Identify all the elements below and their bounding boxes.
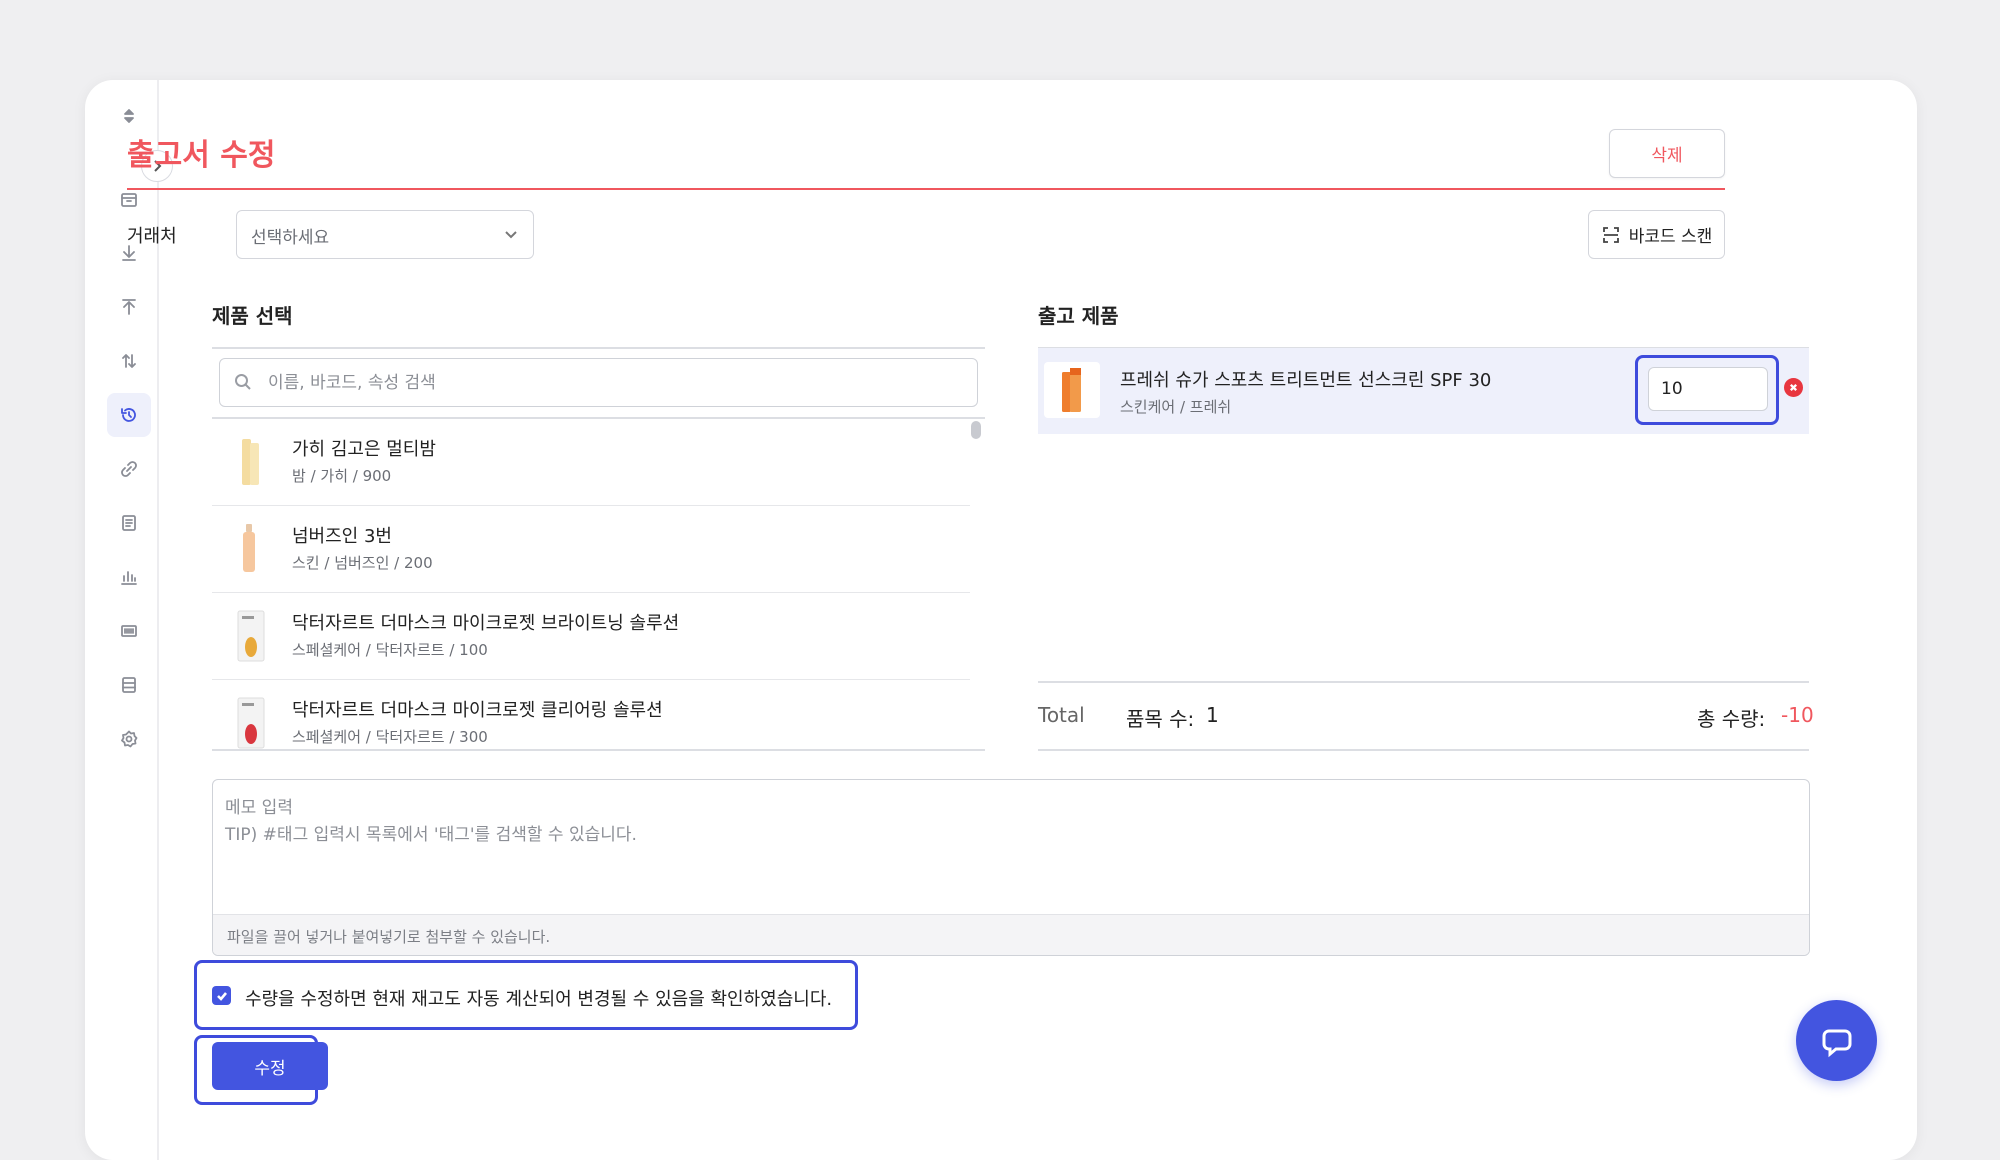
product-thumbnail (222, 694, 278, 749)
help-chat-button[interactable] (1796, 1000, 1877, 1081)
item-count-value: 1 (1206, 703, 1219, 727)
product-thumbnail (222, 433, 278, 491)
chat-bubble-icon (1822, 1029, 1851, 1057)
product-thumbnail (222, 607, 278, 665)
remove-item-icon[interactable] (1784, 378, 1803, 397)
total-quantity-label: 총 수량: (1697, 707, 1766, 731)
product-meta: 밤 / 가히 / 900 (292, 467, 392, 485)
delete-button[interactable]: 삭제 (1609, 129, 1725, 178)
page-title: 출고서 수정 (127, 138, 276, 173)
outgoing-product-meta: 스킨케어 / 프레쉬 (1120, 398, 1232, 416)
history-icon[interactable] (107, 393, 151, 437)
memo-placeholder: 메모 입력 (225, 798, 293, 818)
bar-chart-icon[interactable] (107, 555, 151, 599)
confirm-checkbox[interactable] (212, 986, 231, 1005)
partner-select-value: 선택하세요 (251, 228, 330, 248)
product-name: 가히 김고은 멀티밤 (292, 439, 436, 460)
product-search-box[interactable] (219, 358, 978, 407)
product-list-item[interactable]: 닥터자르트 더마스크 마이크로젯 클리어링 솔루션 스페셜케어 / 닥터자르트 … (212, 680, 970, 749)
document-icon[interactable] (107, 501, 151, 545)
box-icon[interactable] (107, 177, 151, 221)
outgoing-title: 출고 제품 (1038, 304, 1119, 328)
product-name: 넘버즈인 3번 (292, 526, 392, 547)
transfer-icon[interactable] (107, 339, 151, 383)
outgoing-total-top-divider (1038, 681, 1809, 683)
product-list-scrollbar[interactable] (971, 421, 981, 439)
product-meta: 스킨 / 넘버즈인 / 200 (292, 554, 433, 572)
product-thumbnail (222, 520, 278, 578)
product-meta: 스페셜케어 / 닥터자르트 / 100 (292, 641, 488, 659)
link-icon[interactable] (107, 447, 151, 491)
search-icon (235, 374, 251, 390)
quantity-input[interactable] (1648, 367, 1768, 411)
product-meta: 스페셜케어 / 닥터자르트 / 300 (292, 728, 488, 746)
product-list-item[interactable]: 닥터자르트 더마스크 마이크로젯 브라이트닝 솔루션 스페셜케어 / 닥터자르트… (212, 593, 970, 680)
upload-icon[interactable] (107, 285, 151, 329)
product-thumbnail (1044, 362, 1100, 418)
title-divider (127, 188, 1725, 190)
memo-textarea[interactable]: 메모 입력 TIP) #태그 입력시 목록에서 '태그'를 검색할 수 있습니다… (212, 779, 1810, 956)
settings-icon[interactable] (107, 717, 151, 761)
confirm-text: 수량을 수정하면 현재 재고도 자동 계산되어 변경될 수 있음을 확인하였습니… (245, 989, 833, 1010)
outgoing-product-name: 프레쉬 슈가 스포츠 트리트먼트 선스크린 SPF 30 (1120, 370, 1492, 391)
submit-button[interactable]: 수정 (212, 1042, 328, 1090)
product-search-input[interactable] (266, 359, 960, 406)
check-icon (216, 991, 227, 1001)
barcode-icon[interactable] (107, 609, 151, 653)
product-name: 닥터자르트 더마스크 마이크로젯 클리어링 솔루션 (292, 700, 663, 721)
product-select-top-divider (212, 347, 985, 349)
product-list: 가히 김고은 멀티밤 밤 / 가히 / 900 넘버즈인 3번 스킨 / 넘버즈… (212, 419, 970, 749)
memo-attach-area[interactable]: 파일을 끌어 넣거나 붙여넣기로 첨부할 수 있습니다. (213, 914, 1809, 955)
scan-icon (1602, 226, 1619, 243)
partner-label: 거래처 (127, 226, 177, 247)
product-name: 닥터자르트 더마스크 마이크로젯 브라이트닝 솔루션 (292, 613, 680, 634)
product-select-bottom-divider (212, 749, 985, 751)
database-icon[interactable] (107, 663, 151, 707)
partner-select[interactable]: 선택하세요 (236, 210, 534, 259)
product-list-item[interactable]: 넘버즈인 3번 스킨 / 넘버즈인 / 200 (212, 506, 970, 593)
product-select-title: 제품 선택 (212, 304, 293, 328)
outgoing-bottom-divider (1038, 749, 1809, 751)
item-count-label: 품목 수: (1126, 707, 1195, 731)
total-label: Total (1038, 703, 1085, 727)
product-list-item[interactable]: 가히 김고은 멀티밤 밤 / 가히 / 900 (212, 419, 970, 506)
total-quantity-value: -10 (1781, 703, 1814, 727)
barcode-scan-label: 바코드 스캔 (1628, 227, 1713, 247)
chevron-down-icon (505, 231, 517, 239)
memo-tip: TIP) #태그 입력시 목록에서 '태그'를 검색할 수 있습니다. (225, 825, 637, 845)
memo-attach-hint: 파일을 끌어 넣거나 붙여넣기로 첨부할 수 있습니다. (227, 928, 551, 946)
barcode-scan-button[interactable]: 바코드 스캔 (1588, 210, 1725, 259)
